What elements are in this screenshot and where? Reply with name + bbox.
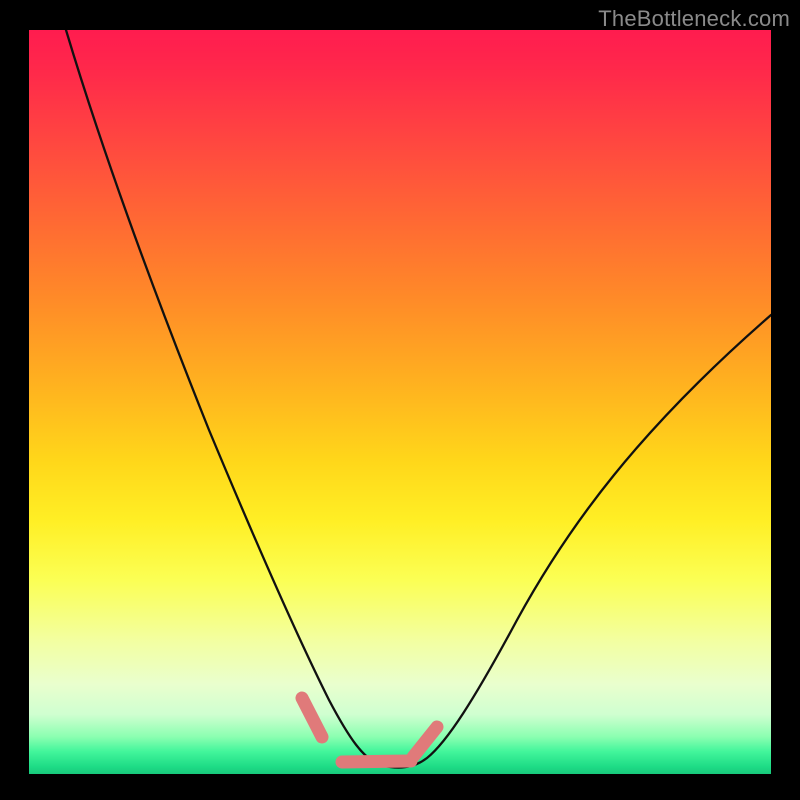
marker-left xyxy=(302,698,322,737)
plot-svg xyxy=(29,30,771,774)
bottleneck-curve xyxy=(66,30,771,768)
plot-area xyxy=(29,30,771,774)
marker-floor xyxy=(342,761,411,762)
watermark-text: TheBottleneck.com xyxy=(598,6,790,32)
chart-frame: TheBottleneck.com xyxy=(0,0,800,800)
